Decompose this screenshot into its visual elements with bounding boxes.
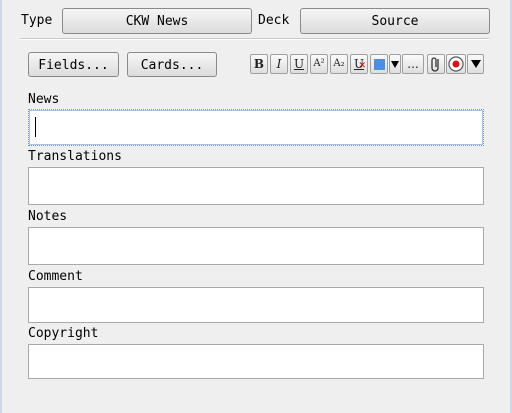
fields-button[interactable]: Fields...: [28, 52, 119, 77]
field-label-notes: Notes: [28, 209, 68, 224]
italic-button[interactable]: I: [270, 54, 288, 74]
paperclip-icon: [431, 57, 439, 72]
deck-button[interactable]: Source: [300, 8, 490, 34]
header-separator: [20, 38, 489, 40]
underline-button[interactable]: U: [290, 54, 308, 74]
record-icon: [448, 56, 464, 72]
attach-button[interactable]: [427, 54, 445, 74]
clear-format-button[interactable]: U ✕: [350, 54, 368, 74]
field-label-news: News: [28, 92, 60, 107]
deck-label: Deck: [258, 13, 290, 28]
type-label: Type: [21, 13, 53, 28]
text-color-swatch-icon: [373, 59, 385, 70]
text-color-button[interactable]: [370, 54, 388, 74]
field-label-comment: Comment: [28, 269, 83, 284]
field-label-translations: Translations: [28, 149, 122, 164]
cards-button[interactable]: Cards...: [127, 52, 217, 77]
field-input-comment[interactable]: [28, 287, 484, 323]
record-audio-button[interactable]: [446, 54, 466, 74]
more-options-dropdown[interactable]: [467, 54, 484, 74]
note-type-button[interactable]: CKW News: [62, 8, 252, 34]
clear-format-x-icon: ✕: [358, 61, 366, 71]
field-input-translations[interactable]: [28, 167, 484, 205]
bold-button[interactable]: B: [250, 54, 268, 74]
field-label-copyright: Copyright: [28, 326, 99, 341]
superscript-button[interactable]: A²: [310, 54, 328, 74]
field-input-notes[interactable]: [28, 227, 484, 265]
text-cursor: [35, 117, 36, 137]
chevron-down-icon: [391, 61, 399, 68]
more-formatting-button[interactable]: ...: [402, 54, 424, 74]
window-left-edge: [0, 0, 2, 413]
subscript-button[interactable]: A₂: [330, 54, 348, 74]
text-color-dropdown[interactable]: [389, 54, 401, 74]
chevron-down-icon: [470, 60, 481, 68]
field-input-copyright[interactable]: [28, 344, 484, 379]
field-input-news[interactable]: [28, 109, 484, 146]
